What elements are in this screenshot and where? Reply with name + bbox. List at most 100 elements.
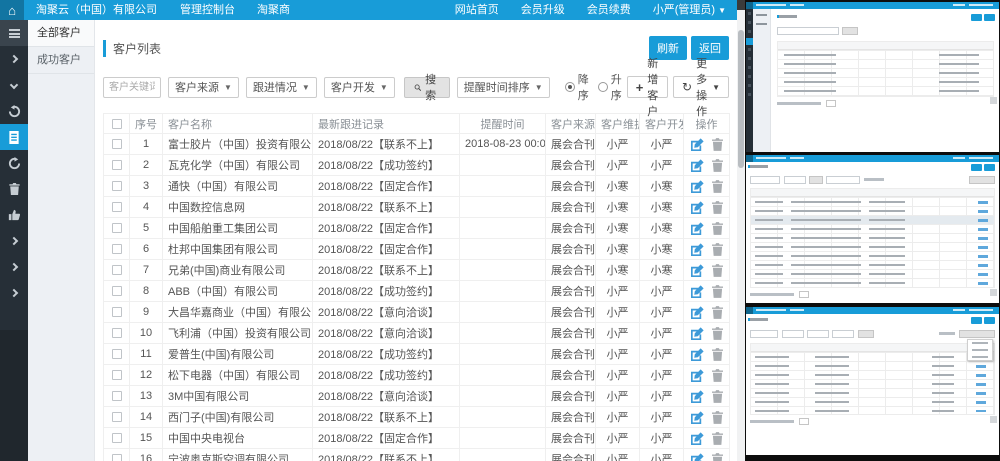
delete-icon[interactable]: [712, 243, 723, 256]
followup-select[interactable]: 跟进情况▼: [246, 77, 317, 98]
preview-thumbnail-3[interactable]: [746, 307, 999, 455]
col-source: 客户来源: [546, 114, 596, 134]
row-checkbox[interactable]: [112, 433, 122, 443]
row-checkbox[interactable]: [112, 265, 122, 275]
trash-icon[interactable]: [0, 176, 28, 202]
sort-asc-radio[interactable]: [598, 82, 608, 92]
sidebar-item-all-customers[interactable]: 全部客户: [28, 20, 94, 47]
edit-icon[interactable]: [691, 285, 704, 298]
row-checkbox[interactable]: [112, 286, 122, 296]
customer-developer: 小寒: [640, 260, 684, 281]
keyword-input[interactable]: [103, 77, 161, 98]
delete-icon[interactable]: [712, 201, 723, 214]
delete-icon[interactable]: [712, 264, 723, 277]
delete-icon[interactable]: [712, 348, 723, 361]
nav-taojushang[interactable]: 淘聚商: [246, 0, 301, 20]
chevron-right-icon[interactable]: [0, 254, 28, 280]
table-row: 1富士胶片（中国）投资有限公司2018/08/22【联系不上】2018-08-2…: [104, 134, 730, 155]
user-menu[interactable]: 小严(管理员)▼: [642, 0, 737, 21]
add-customer-button[interactable]: + 新增客户: [627, 76, 668, 98]
mini-content: [746, 314, 999, 455]
edit-icon[interactable]: [691, 201, 704, 214]
delete-icon[interactable]: [712, 222, 723, 235]
edit-icon[interactable]: [691, 432, 704, 445]
row-checkbox[interactable]: [112, 370, 122, 380]
vertical-scrollbar[interactable]: [737, 0, 745, 461]
row-checkbox[interactable]: [112, 244, 122, 254]
row-checkbox[interactable]: [112, 391, 122, 401]
customer-list-icon[interactable]: [0, 124, 28, 150]
sort-desc-radio[interactable]: [565, 82, 575, 92]
sidebar-item-success-customers[interactable]: 成功客户: [28, 47, 94, 74]
thumbs-up-icon[interactable]: [0, 202, 28, 228]
table-row: 6杜邦中国集团有限公司2018/08/22【固定合作】展会合刊小寒小寒: [104, 239, 730, 260]
row-checkbox[interactable]: [112, 223, 122, 233]
mini-navbar: [746, 2, 999, 9]
followup-record: 2018/08/22【联系不上】: [313, 134, 460, 155]
sign-out-icon[interactable]: [0, 150, 28, 176]
customer-developer: 小严: [640, 155, 684, 176]
edit-icon[interactable]: [691, 390, 704, 403]
row-checkbox[interactable]: [112, 160, 122, 170]
nav-site-home[interactable]: 网站首页: [444, 0, 510, 20]
delete-icon[interactable]: [712, 432, 723, 445]
nav-member-upgrade[interactable]: 会员升级: [510, 0, 576, 20]
edit-icon[interactable]: [691, 369, 704, 382]
delete-icon[interactable]: [712, 453, 723, 461]
nav-admin-console[interactable]: 管理控制台: [169, 0, 246, 20]
customer-name: 宁波奥克斯空调有限公司: [163, 449, 313, 461]
home-icon[interactable]: ⌂: [0, 0, 24, 20]
sort-select[interactable]: 提醒时间排序▼: [457, 77, 550, 98]
search-button[interactable]: 搜索: [404, 77, 450, 98]
select-all-checkbox[interactable]: [112, 119, 122, 129]
sign-in-icon[interactable]: [0, 98, 28, 124]
developer-select[interactable]: 客户开发▼: [324, 77, 395, 98]
delete-icon[interactable]: [712, 306, 723, 319]
delete-icon[interactable]: [712, 138, 723, 151]
scrollbar-thumb[interactable]: [738, 30, 744, 168]
table-row: 3通快（中国）有限公司2018/08/22【固定合作】展会合刊小寒小寒: [104, 176, 730, 197]
row-checkbox[interactable]: [112, 454, 122, 461]
edit-icon[interactable]: [691, 327, 704, 340]
menu-icon[interactable]: [0, 20, 28, 46]
brand-company[interactable]: 淘聚云（中国）有限公司: [24, 0, 169, 20]
nav-member-renew[interactable]: 会员续费: [576, 0, 642, 20]
delete-icon[interactable]: [712, 369, 723, 382]
edit-icon[interactable]: [691, 348, 704, 361]
row-checkbox[interactable]: [112, 328, 122, 338]
chevron-down-icon[interactable]: [0, 72, 28, 98]
delete-icon[interactable]: [712, 411, 723, 424]
delete-icon[interactable]: [712, 159, 723, 172]
edit-icon[interactable]: [691, 306, 704, 319]
sort-desc-label: 降序: [578, 71, 589, 103]
edit-icon[interactable]: [691, 264, 704, 277]
row-checkbox[interactable]: [112, 139, 122, 149]
preview-thumbnail-2[interactable]: [746, 155, 999, 303]
delete-icon[interactable]: [712, 327, 723, 340]
edit-icon[interactable]: [691, 180, 704, 193]
delete-icon[interactable]: [712, 180, 723, 193]
chevron-right-icon[interactable]: [0, 228, 28, 254]
scroll-up-button[interactable]: [737, 0, 745, 10]
preview-thumbnail-1[interactable]: [746, 2, 999, 152]
row-checkbox[interactable]: [112, 181, 122, 191]
edit-icon[interactable]: [691, 411, 704, 424]
delete-icon[interactable]: [712, 390, 723, 403]
edit-icon[interactable]: [691, 453, 704, 461]
more-actions-button[interactable]: ↻ 更多操作 ▼: [673, 76, 729, 98]
delete-icon[interactable]: [712, 285, 723, 298]
row-checkbox[interactable]: [112, 412, 122, 422]
row-checkbox[interactable]: [112, 349, 122, 359]
followup-record: 2018/08/22【联系不上】: [313, 449, 460, 461]
chevron-right-icon[interactable]: [0, 280, 28, 306]
edit-icon[interactable]: [691, 243, 704, 256]
chevron-right-icon[interactable]: [0, 46, 28, 72]
row-checkbox[interactable]: [112, 202, 122, 212]
edit-icon[interactable]: [691, 138, 704, 151]
edit-icon[interactable]: [691, 222, 704, 235]
followup-record: 2018/08/22【成功签约】: [313, 155, 460, 176]
edit-icon[interactable]: [691, 159, 704, 172]
source-select[interactable]: 客户来源▼: [168, 77, 239, 98]
customer-keeper: 小严: [596, 428, 640, 449]
row-checkbox[interactable]: [112, 307, 122, 317]
